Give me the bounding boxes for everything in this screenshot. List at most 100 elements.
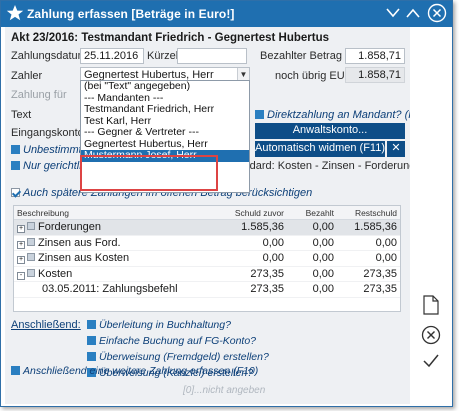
folder-icon (27, 237, 35, 246)
weitere-zahlung-option[interactable]: Anschließend eine weitere Zahlung erfass… (11, 365, 258, 377)
row-name: Zinsen aus Kosten (38, 252, 130, 264)
row-bezahlt: 0,00 (312, 236, 334, 249)
option-square-icon (11, 161, 20, 170)
zahler-label: Zahler (11, 70, 43, 82)
row-schuld-zuvor: 273,35 (250, 267, 284, 280)
einfache-buchung-label: Einfache Buchung auf FG-Konto? (99, 335, 257, 347)
option-square-icon (87, 352, 96, 361)
debt-table: Beschreibung Schuld zuvor Bezahlt Restsc… (13, 205, 401, 312)
eingangskonto-label: Eingangskonto (11, 127, 84, 139)
text-label: Text (11, 109, 32, 121)
zahlung-fuer-label: Zahlung für (11, 89, 67, 101)
row-schuld-zuvor: 1.585,36 (241, 221, 284, 233)
expand-icon[interactable]: + (17, 240, 25, 249)
table-row[interactable]: + Zinsen aus Kosten 0,00 0,00 0,00 (14, 251, 400, 267)
weitere-zahlung-label: Anschließend eine weitere Zahlung erfass… (23, 365, 259, 377)
document-icon[interactable] (423, 295, 439, 318)
row-restschuld: 0,00 (375, 252, 397, 264)
kuerzel-input[interactable] (177, 48, 247, 64)
row-restschuld: 1.585,36 (354, 221, 397, 233)
row-description: 03.05.2011: Zahlungsbefehl (14, 282, 224, 297)
table-row[interactable]: + Forderungen 1.585,36 0,00 1.585,36 (14, 220, 400, 236)
direktzahlung-label: Direktzahlung an Mandant? (F9) (267, 109, 425, 121)
noch-uebrig-value: 1.858,71 (345, 67, 405, 83)
option-square-icon (255, 110, 264, 119)
zahlungsdatum-label: Zahlungsdatum (11, 50, 87, 62)
unbestimmte-label: Unbestimmte (23, 144, 88, 156)
cancel-circle-icon[interactable] (421, 325, 441, 348)
row-name: Zinsen aus Ford. (38, 236, 121, 249)
row-bezahlt: 0,00 (312, 252, 334, 264)
ueberleitung-label: Überleitung in Buchhaltung? (99, 319, 231, 331)
action-sidebar (410, 27, 452, 404)
dropdown-options: (bei "Text" angegeben) --- Mandanten --- T… (81, 80, 249, 162)
row-schuld-zuvor: 273,35 (250, 283, 284, 295)
row-description: + Forderungen (14, 220, 224, 235)
folder-icon (27, 253, 35, 261)
row-schuld-zuvor: 0,00 (262, 252, 284, 264)
standard-order-label: Standard: Kosten - Zinsen - Forderung (227, 160, 416, 172)
folder-icon (27, 268, 35, 277)
col-schuld-zuvor: Schuld zuvor (234, 208, 284, 218)
form-panel: Akt 23/2016: Testmandant Friedrich - Geg… (5, 27, 425, 404)
col-bezahlt: Bezahlt (305, 208, 334, 218)
dropdown-option[interactable]: (bei "Text" angegeben) (81, 80, 249, 93)
row-description: + Zinsen aus Kosten (14, 251, 224, 266)
anschliessend-label: Anschließend: (11, 319, 81, 331)
direktzahlung-option[interactable]: Direktzahlung an Mandant? (F9) (255, 109, 425, 121)
ueberleitung-option[interactable]: Überleitung in Buchhaltung? (87, 319, 231, 331)
dropdown-option[interactable]: --- Gegner & Vertreter --- (81, 126, 249, 139)
chevron-up-icon[interactable] (405, 6, 421, 23)
highlight-box (80, 155, 218, 191)
row-bezahlt: 0,00 (312, 283, 334, 295)
kuerzel-label: Kürzel (147, 50, 179, 62)
case-heading: Akt 23/2016: Testmandant Friedrich - Geg… (11, 32, 330, 44)
row-description: - Kosten (14, 267, 224, 282)
collapse-icon[interactable]: - (17, 271, 25, 280)
table-body: + Forderungen 1.585,36 0,00 1.585,36 + Zinsen … (14, 220, 400, 298)
table-row[interactable]: + Zinsen aus Ford. 0,00 0,00 0,00 (14, 236, 400, 251)
expand-icon[interactable]: + (17, 256, 25, 264)
table-row[interactable]: 03.05.2011: Zahlungsbefehl 273,35 0,00 273,… (14, 282, 400, 298)
nicht-angeben-button[interactable]: [0]...nicht angeben (183, 385, 265, 396)
row-restschuld: 0,00 (375, 236, 397, 249)
titlebar: Zahlung erfassen [Beträge in Euro!] (1, 1, 452, 27)
col-restschuld: Restschuld (354, 208, 397, 218)
row-name: Forderungen (38, 221, 101, 233)
payment-dialog: Zahlung erfassen [Beträge in Euro!] Akt … (0, 0, 453, 407)
unbestimmte-option[interactable]: Unbestimmte (11, 144, 88, 156)
zahlungsdatum-input[interactable]: 25.11.2016 (80, 48, 144, 64)
folder-icon (27, 222, 35, 230)
bezahlter-betrag-input[interactable]: 1.858,71 (345, 48, 405, 64)
expand-icon[interactable]: + (17, 225, 25, 233)
dropdown-option[interactable]: Testmandant Friedrich, Herr (81, 103, 249, 116)
row-name: Kosten (38, 267, 73, 280)
ueberweisung-fremdgeld-label: Überweisung (Fremdgeld) erstellen? (99, 351, 269, 363)
option-square-icon (87, 336, 96, 345)
row-description: + Zinsen aus Ford. (14, 236, 224, 251)
einfache-buchung-option[interactable]: Einfache Buchung auf FG-Konto? (87, 335, 256, 347)
option-square-icon (11, 145, 20, 154)
table-row[interactable]: - Kosten 273,35 0,00 273,35 (14, 267, 400, 282)
row-restschuld: 273,35 (363, 283, 397, 295)
close-x-button[interactable]: ✕ (387, 141, 405, 157)
window-title: Zahlung erfassen [Beträge in Euro!] (27, 7, 235, 21)
option-square-icon (11, 366, 20, 375)
table-header: Beschreibung Schuld zuvor Bezahlt Restsc… (14, 206, 400, 220)
checkmark-icon[interactable] (422, 353, 440, 372)
col-beschreibung: Beschreibung (17, 208, 69, 218)
anwaltskonto-button[interactable]: Anwaltskonto... (255, 123, 405, 139)
ueberweisung-fremdgeld-option[interactable]: Überweisung (Fremdgeld) erstellen? (87, 351, 269, 363)
checkbox-checked-icon[interactable] (11, 188, 20, 197)
option-square-icon (87, 320, 96, 329)
chevron-down-icon[interactable] (385, 6, 401, 23)
row-bezahlt: 0,00 (312, 267, 334, 280)
star-icon (6, 4, 24, 25)
automatisch-widmen-button[interactable]: Automatisch widmen (F11) (255, 141, 385, 157)
noch-uebrig-label: noch übrig EUR (275, 70, 353, 82)
close-circle-icon[interactable] (427, 3, 447, 26)
row-schuld-zuvor: 0,00 (262, 236, 284, 249)
row-name: 03.05.2011: Zahlungsbefehl (42, 283, 178, 295)
row-bezahlt: 0,00 (312, 221, 334, 233)
row-restschuld: 273,35 (363, 267, 397, 280)
